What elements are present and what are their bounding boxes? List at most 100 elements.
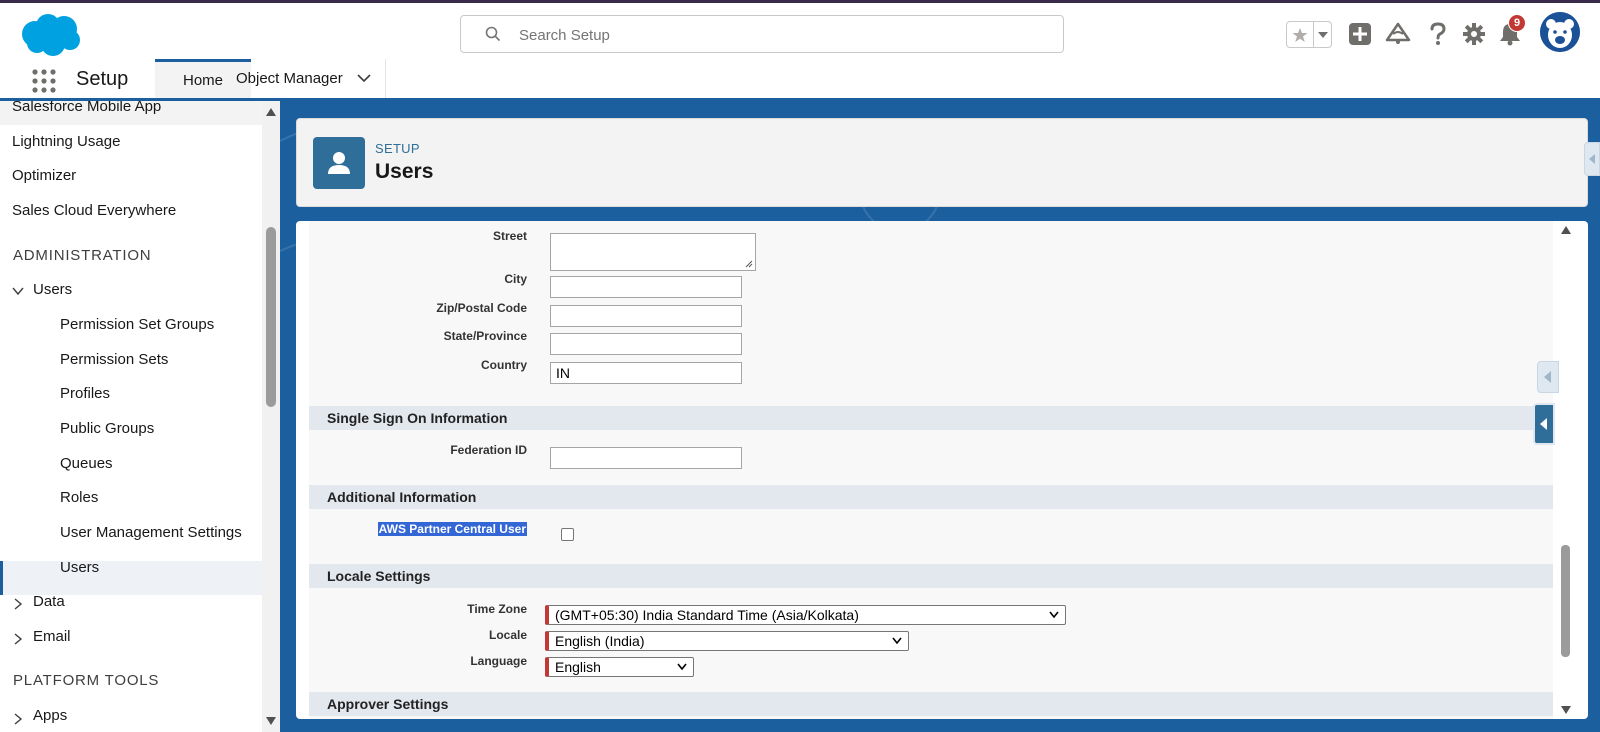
country-input[interactable]: IN [550, 362, 742, 384]
chevron-right-icon[interactable] [12, 598, 24, 610]
add-icon [1349, 23, 1371, 45]
sso-section-heading: Single Sign On Information [309, 406, 1553, 430]
star-icon [1292, 27, 1308, 42]
sidebar-section-administration: ADMINISTRATION [13, 247, 152, 264]
chevron-down-icon [677, 663, 687, 671]
favorites-star-button[interactable] [1287, 22, 1313, 47]
scroll-down-arrow-icon[interactable] [265, 716, 277, 726]
page-eyebrow: SETUP [375, 141, 420, 156]
sidebar-item-optimizer[interactable]: Optimizer [12, 167, 76, 184]
locale-value: English (India) [555, 633, 645, 649]
sidebar-item-permission-sets[interactable]: Permission Sets [60, 351, 168, 368]
resize-handle-icon[interactable] [745, 260, 753, 268]
locale-section-heading: Locale Settings [309, 564, 1553, 588]
approver-section-heading: Approver Settings [309, 692, 1553, 716]
aws-partner-label-text: AWS Partner Central User [377, 522, 527, 536]
sidebar-group-users[interactable]: Users [33, 281, 72, 298]
search-icon [485, 26, 501, 42]
sidebar-item-profiles[interactable]: Profiles [60, 385, 110, 402]
time-zone-select[interactable]: (GMT+05:30) India Standard Time (Asia/Ko… [545, 605, 1066, 625]
zip-input[interactable] [550, 305, 742, 327]
setup-sidebar: Salesforce Mobile App Lightning Usage Op… [0, 101, 262, 732]
city-label: City [504, 272, 527, 286]
sidebar-item-user-management-settings[interactable]: User Management Settings [60, 524, 242, 541]
sidebar-scrollbar[interactable] [262, 101, 280, 732]
chevron-down-icon [892, 637, 902, 645]
side-panel-toggle[interactable] [1533, 403, 1555, 445]
content-scrollbar-thumb[interactable] [1561, 545, 1570, 657]
sidebar-group-email[interactable]: Email [33, 628, 71, 645]
sidebar-item-permission-set-groups[interactable]: Permission Set Groups [60, 316, 214, 333]
aws-partner-checkbox[interactable] [561, 528, 574, 541]
sidebar-active-indicator [0, 561, 262, 595]
tab-object-manager[interactable]: Object Manager [222, 59, 386, 98]
scroll-down-arrow-icon[interactable] [1560, 705, 1572, 715]
chevron-down-icon [1317, 31, 1328, 38]
chevron-down-icon [1049, 611, 1059, 619]
avatar-bear-icon [1540, 12, 1580, 52]
sidebar-item-sales-cloud-everywhere[interactable]: Sales Cloud Everywhere [12, 202, 176, 219]
favorites-control[interactable] [1286, 21, 1332, 48]
tab-object-manager-label: Object Manager [236, 70, 343, 87]
user-edit-form: Street City Zip/Postal Code State/Provin… [309, 221, 1553, 719]
question-mark-icon [1430, 22, 1446, 45]
city-input[interactable] [550, 276, 742, 298]
user-edit-form-panel: Street City Zip/Postal Code State/Provin… [296, 221, 1588, 719]
language-label: Language [470, 654, 527, 668]
trailhead-icon [1385, 22, 1411, 44]
chevron-left-icon [1588, 154, 1595, 164]
gear-icon [1463, 23, 1485, 45]
chevron-down-icon[interactable] [357, 74, 371, 83]
search-box[interactable] [460, 15, 1064, 53]
sidebar-scrollbar-thumb[interactable] [266, 227, 276, 407]
country-label: Country [481, 358, 527, 372]
app-launcher-icon[interactable] [32, 69, 56, 93]
global-actions-button[interactable] [1346, 20, 1374, 48]
sidebar-section-platform-tools: PLATFORM TOOLS [13, 672, 160, 689]
app-name: Setup [76, 68, 129, 90]
sidebar-item-queues[interactable]: Queues [60, 455, 113, 472]
street-textarea[interactable] [550, 233, 756, 271]
language-value: English [555, 659, 601, 675]
sidebar-item-roles[interactable]: Roles [60, 489, 98, 506]
salesforce-logo-icon[interactable] [17, 12, 83, 58]
global-header: 9 [0, 0, 1600, 59]
federation-id-input[interactable] [550, 447, 742, 469]
sidebar-group-data[interactable]: Data [33, 593, 65, 610]
state-label: State/Province [443, 329, 527, 343]
chevron-right-icon[interactable] [12, 633, 24, 645]
locale-select[interactable]: English (India) [545, 631, 909, 651]
user-avatar[interactable] [1540, 12, 1580, 52]
additional-info-section-heading: Additional Information [309, 485, 1553, 509]
chevron-left-icon [1540, 418, 1547, 430]
chevron-down-icon[interactable] [12, 285, 24, 297]
notification-count-badge: 9 [1508, 14, 1526, 32]
scroll-up-arrow-icon[interactable] [1560, 225, 1572, 235]
utility-panel-toggle[interactable] [1584, 142, 1600, 176]
chevron-left-icon [1544, 371, 1551, 383]
content-scrollbar[interactable] [1558, 221, 1574, 719]
page-header-icon [313, 137, 365, 189]
aws-partner-label: AWS Partner Central User [309, 522, 527, 536]
favorites-list-button[interactable] [1313, 22, 1331, 47]
scroll-up-arrow-icon[interactable] [265, 107, 277, 117]
side-panel-toggle-light[interactable] [1537, 361, 1559, 393]
sidebar-item-users[interactable]: Users [60, 559, 99, 576]
sidebar-item-public-groups[interactable]: Public Groups [60, 420, 154, 437]
setup-gear-button[interactable] [1460, 20, 1488, 48]
sidebar-item-salesforce-mobile-app[interactable]: Salesforce Mobile App [12, 101, 161, 115]
locale-label: Locale [488, 628, 527, 642]
language-select[interactable]: English [545, 657, 694, 677]
search-input[interactable] [519, 23, 1039, 47]
sidebar-item-lightning-usage[interactable]: Lightning Usage [12, 133, 120, 150]
trailhead-guidance-button[interactable] [1384, 20, 1412, 48]
app-navigation-bar: Setup Home Object Manager [0, 59, 1600, 101]
time-zone-value: (GMT+05:30) India Standard Time (Asia/Ko… [555, 607, 859, 623]
street-label: Street [492, 229, 527, 243]
zip-label: Zip/Postal Code [436, 301, 527, 315]
chevron-right-icon[interactable] [12, 713, 24, 725]
sidebar-group-apps[interactable]: Apps [33, 707, 67, 724]
help-button[interactable] [1424, 20, 1452, 48]
page-header-card [296, 118, 1588, 207]
state-input[interactable] [550, 333, 742, 355]
